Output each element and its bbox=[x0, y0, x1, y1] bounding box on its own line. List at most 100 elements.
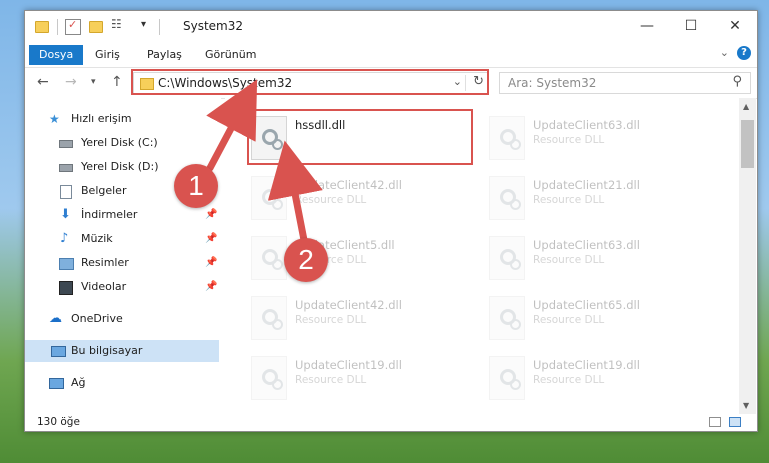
document-icon bbox=[60, 185, 72, 199]
divider bbox=[159, 19, 160, 35]
pin-icon[interactable]: 📌 bbox=[205, 204, 217, 226]
help-icon[interactable]: ? bbox=[737, 46, 751, 60]
sidebar-item-onedrive[interactable]: ☁ OneDrive bbox=[49, 308, 219, 330]
file-name: UpdateClient19.dll bbox=[295, 358, 402, 372]
file-type: Resource DLL bbox=[533, 314, 605, 326]
sidebar-item-pictures[interactable]: Resimler 📌 bbox=[59, 252, 219, 274]
film-icon bbox=[59, 281, 73, 295]
ribbon-expand-icon[interactable]: ⌄ bbox=[720, 46, 729, 59]
dll-file-icon bbox=[489, 116, 525, 160]
step-1-badge: 1 bbox=[174, 164, 218, 208]
file-item[interactable]: UpdateClient65.dll Resource DLL bbox=[485, 292, 705, 342]
file-type: Resource DLL bbox=[295, 374, 367, 386]
pictures-icon bbox=[59, 258, 74, 270]
drive-icon bbox=[59, 140, 73, 148]
file-item[interactable]: UpdateClient42.dll Resource DLL bbox=[247, 292, 467, 342]
divider bbox=[57, 19, 58, 35]
scroll-up-icon[interactable]: ▲ bbox=[743, 102, 749, 111]
address-highlight-box bbox=[131, 69, 489, 95]
vertical-scrollbar[interactable]: ▲ ▼ bbox=[739, 98, 756, 414]
new-folder-icon[interactable] bbox=[89, 21, 103, 33]
sidebar-item-local-disk-c[interactable]: Yerel Disk (C:) bbox=[59, 132, 219, 154]
download-arrow-icon: ⬇ bbox=[60, 207, 71, 222]
properties-icon[interactable]: ✓ bbox=[65, 18, 81, 35]
file-name: UpdateClient21.dll bbox=[533, 178, 640, 192]
large-icons-view-icon[interactable] bbox=[729, 417, 741, 427]
item-count: 130 öğe bbox=[37, 416, 80, 428]
sidebar-item-label: Yerel Disk (C:) bbox=[81, 136, 158, 149]
scroll-down-icon[interactable]: ▼ bbox=[743, 401, 749, 410]
scrollbar-thumb[interactable] bbox=[741, 120, 754, 168]
cloud-icon: ☁ bbox=[49, 311, 62, 326]
sidebar-item-label: Resimler bbox=[81, 256, 129, 269]
file-item[interactable]: UpdateClient19.dll Resource DLL bbox=[485, 352, 705, 402]
explorer-window: ✓ ☷ ▾ System32 — ☐ ✕ Dosya Giriş Paylaş … bbox=[24, 10, 758, 432]
gear-icon bbox=[510, 199, 521, 210]
sidebar-item-this-pc[interactable]: Bu bilgisayar bbox=[25, 340, 219, 362]
sidebar-item-label: Ağ bbox=[71, 376, 86, 389]
sidebar-item-label: Yerel Disk (D:) bbox=[81, 160, 159, 173]
file-name: UpdateClient65.dll bbox=[533, 298, 640, 312]
details-view-icon[interactable] bbox=[709, 417, 721, 427]
file-type: Resource DLL bbox=[533, 254, 605, 266]
close-button[interactable]: ✕ bbox=[713, 11, 757, 43]
dll-file-icon bbox=[489, 356, 525, 400]
forward-arrow-icon[interactable]: → bbox=[65, 74, 77, 90]
pin-icon[interactable]: 📌 bbox=[205, 252, 217, 274]
file-item[interactable]: UpdateClient5.dll Resource DLL bbox=[247, 232, 467, 282]
back-arrow-icon[interactable]: ← bbox=[37, 74, 49, 90]
gear-icon bbox=[272, 259, 283, 270]
gear-icon bbox=[510, 259, 521, 270]
dll-file-icon bbox=[251, 356, 287, 400]
tab-gorunum[interactable]: Görünüm bbox=[195, 45, 266, 65]
file-type: Resource DLL bbox=[533, 374, 605, 386]
tab-dosya[interactable]: Dosya bbox=[29, 45, 84, 65]
file-item[interactable]: UpdateClient63.dll Resource DLL bbox=[485, 232, 705, 282]
dll-file-icon bbox=[489, 236, 525, 280]
sidebar-item-label: Müzik bbox=[81, 232, 113, 245]
quick-access-customize-icon[interactable]: ☷ bbox=[111, 17, 125, 31]
sidebar-item-label: OneDrive bbox=[71, 312, 123, 325]
file-name: UpdateClient63.dll bbox=[533, 118, 640, 132]
maximize-button[interactable]: ☐ bbox=[669, 11, 713, 43]
sidebar-item-label: Belgeler bbox=[81, 184, 127, 197]
folder-icon bbox=[35, 21, 49, 33]
minimize-button[interactable]: — bbox=[625, 11, 669, 43]
search-icon: ⚲ bbox=[732, 74, 742, 89]
recent-locations-chevron-icon[interactable]: ▾ bbox=[91, 77, 96, 87]
file-item[interactable]: UpdateClient42.dll Resource DLL bbox=[247, 172, 467, 222]
dll-file-icon bbox=[489, 296, 525, 340]
sidebar-item-quick-access[interactable]: ★ Hızlı erişim bbox=[49, 108, 219, 130]
file-item[interactable]: UpdateClient19.dll Resource DLL bbox=[247, 352, 467, 402]
gear-icon bbox=[272, 379, 283, 390]
sidebar-item-label: Videolar bbox=[81, 280, 127, 293]
dll-file-icon bbox=[251, 236, 287, 280]
tab-giris[interactable]: Giriş bbox=[85, 45, 130, 65]
gear-icon bbox=[510, 319, 521, 330]
sidebar-item-videos[interactable]: Videolar 📌 bbox=[59, 276, 219, 298]
pin-icon[interactable]: 📌 bbox=[205, 228, 217, 250]
file-name: UpdateClient19.dll bbox=[533, 358, 640, 372]
sidebar-item-label: İndirmeler bbox=[81, 208, 138, 221]
dll-file-icon bbox=[489, 176, 525, 220]
dll-file-icon bbox=[251, 296, 287, 340]
search-input[interactable]: Ara: System32 ⚲ bbox=[499, 72, 751, 94]
file-name: UpdateClient42.dll bbox=[295, 178, 402, 192]
navigation-pane: ★ Hızlı erişim Yerel Disk (C:) Yerel Dis… bbox=[25, 98, 221, 414]
file-type: Resource DLL bbox=[295, 314, 367, 326]
file-type: Resource DLL bbox=[295, 194, 367, 206]
file-item[interactable]: UpdateClient21.dll Resource DLL bbox=[485, 172, 705, 222]
sidebar-item-network[interactable]: Ağ bbox=[49, 372, 219, 394]
computer-icon bbox=[51, 346, 66, 357]
music-note-icon: ♪ bbox=[60, 231, 69, 246]
file-item[interactable]: UpdateClient63.dll Resource DLL bbox=[485, 112, 705, 162]
gear-icon bbox=[272, 319, 283, 330]
tab-paylas[interactable]: Paylaş bbox=[137, 45, 192, 65]
ribbon-tabs: Dosya Giriş Paylaş Görünüm ⌄ ? bbox=[25, 43, 757, 65]
gear-icon bbox=[510, 379, 521, 390]
file-type: Resource DLL bbox=[533, 134, 605, 146]
pin-icon[interactable]: 📌 bbox=[205, 276, 217, 298]
sidebar-item-music[interactable]: ♪ Müzik 📌 bbox=[59, 228, 219, 250]
chevron-down-icon[interactable]: ▾ bbox=[141, 19, 155, 33]
up-arrow-icon[interactable]: ↑ bbox=[111, 74, 123, 90]
